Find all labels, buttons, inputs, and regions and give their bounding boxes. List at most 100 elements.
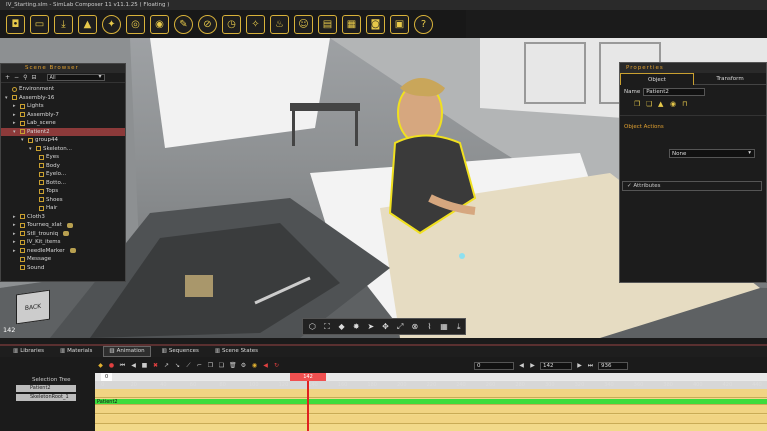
name-field[interactable]: Patient2 — [643, 88, 706, 96]
timeline-track[interactable] — [95, 389, 767, 398]
import-icon[interactable]: ⤓ — [54, 14, 73, 34]
lamp-icon[interactable]: ♨ — [270, 14, 289, 34]
loop-icon[interactable]: ↻ — [273, 362, 280, 370]
trash-icon[interactable]: 🗑 — [229, 362, 237, 370]
marker-icon[interactable]: ◀ — [262, 362, 269, 370]
tree-item[interactable]: ▸ needleMarker — [1, 247, 125, 256]
tab-object[interactable]: Object — [620, 73, 694, 85]
download-icon[interactable]: ⤓ — [452, 321, 465, 333]
tree-item[interactable]: Body — [1, 162, 125, 171]
globe-icon[interactable]: ◎ — [126, 14, 145, 34]
expand-arrow-icon[interactable]: ▸ — [13, 221, 18, 230]
stop-icon[interactable]: ■ — [141, 362, 148, 370]
first-frame-icon[interactable]: ⏮ — [119, 362, 126, 370]
person-icon[interactable]: ☺ — [294, 14, 313, 34]
tree-item[interactable]: ▾ group44 — [1, 136, 125, 145]
tree-item[interactable]: ▾ Skeleton... — [1, 145, 125, 154]
tree-item[interactable]: ▸ IV_Kit_items — [1, 238, 125, 247]
expand-icon[interactable]: ⤢ — [394, 321, 407, 333]
tree-item[interactable]: ▸ Stll_trouniq — [1, 230, 125, 239]
shading-icon[interactable]: ◆ — [335, 321, 348, 333]
visibility-icon[interactable]: ◉ — [670, 100, 678, 108]
tree-item[interactable]: ▸ Cloth3 — [1, 213, 125, 222]
headset-icon[interactable]: ◙ — [366, 14, 385, 34]
remove-icon[interactable]: − — [14, 74, 19, 81]
paste-icon[interactable]: ❏ — [646, 100, 654, 108]
folder-icon[interactable]: ▭ — [30, 14, 49, 34]
filter-icon[interactable]: ⚲ — [23, 74, 27, 81]
timeline-ruler[interactable]: 0 — [95, 373, 767, 381]
wireframe-icon[interactable]: ⊗ — [408, 321, 421, 333]
fit-icon[interactable]: ⛶ — [321, 321, 334, 333]
play-icon[interactable]: ▶ — [529, 362, 536, 370]
end-frame-field[interactable]: 936 — [598, 362, 628, 370]
tree-item[interactable]: ▸ Tourneq_xlat — [1, 221, 125, 230]
filter-select[interactable]: All — [46, 74, 105, 81]
tab-materials[interactable]: ▥ Materials — [55, 346, 97, 357]
animation-timeline[interactable]: 0 0 20 40 60 80 100 120 140 160 180 200 220 240 260 28… — [95, 373, 767, 431]
timeline-track[interactable] — [95, 415, 767, 424]
timeline-icon[interactable]: ◉ — [251, 362, 258, 370]
tree-item[interactable]: Hair — [1, 204, 125, 213]
network-icon[interactable]: ⌇ — [423, 321, 436, 333]
delete-key-icon[interactable]: ✖ — [152, 362, 159, 370]
shapes-icon[interactable]: ▲ — [78, 14, 97, 34]
start-frame-field[interactable]: 0 — [474, 362, 514, 370]
grid-icon[interactable]: ▦ — [438, 321, 451, 333]
view-icon[interactable]: ⬡ — [306, 321, 319, 333]
ease-in-icon[interactable]: ↗ — [163, 362, 170, 370]
diagram-icon[interactable]: ▦ — [342, 14, 361, 34]
step-icon[interactable]: ⌐ — [196, 362, 203, 370]
next-frame-icon[interactable]: ▶ — [576, 362, 583, 370]
selection-tree-item[interactable]: SkeletonRoot_1 — [16, 394, 76, 401]
expand-arrow-icon[interactable]: ▸ — [13, 230, 18, 239]
record-icon[interactable]: ● — [108, 362, 115, 370]
timeline-ticks[interactable]: 0 20 40 60 80 100 120 140 160 180 200 220 240 260 280 3… — [95, 381, 767, 389]
particles-icon[interactable]: ✧ — [246, 14, 265, 34]
tree-item[interactable]: Sound — [1, 264, 125, 273]
selection-tree-item[interactable]: Patient2 — [16, 385, 76, 392]
paste-key-icon[interactable]: ❏ — [218, 362, 225, 370]
playhead[interactable] — [307, 373, 309, 431]
pen-icon[interactable]: ✎ — [174, 14, 193, 34]
ease-out-icon[interactable]: ↘ — [174, 362, 181, 370]
linear-icon[interactable]: ⟋ — [185, 362, 192, 370]
tree-item[interactable]: Eyes — [1, 153, 125, 162]
copy-icon[interactable]: ❐ — [634, 100, 642, 108]
help-icon[interactable]: ? — [414, 14, 433, 34]
last-frame-icon[interactable]: ⏭ — [587, 362, 594, 370]
expand-arrow-icon[interactable]: ▸ — [13, 238, 18, 247]
expand-arrow-icon[interactable]: ▸ — [13, 247, 18, 256]
attributes-section[interactable]: ✓ Attributes — [622, 181, 762, 191]
tree-item[interactable]: ▾ Assembly-16 — [1, 94, 125, 103]
tree-item[interactable]: ▸ Lights — [1, 102, 125, 111]
expand-arrow-icon[interactable]: ▾ — [13, 128, 18, 137]
settings-icon[interactable]: ⚙ — [240, 362, 247, 370]
action-select[interactable]: None — [669, 149, 755, 158]
tab-scene-states[interactable]: ▥ Scene States — [210, 346, 263, 357]
tree-item[interactable]: Eyelo... — [1, 170, 125, 179]
timeline-track[interactable] — [95, 405, 767, 414]
expand-arrow-icon[interactable]: ▾ — [29, 145, 34, 154]
add-icon[interactable]: + — [5, 74, 10, 81]
expand-arrow-icon[interactable]: ▸ — [13, 213, 18, 222]
prev-frame-icon[interactable]: ◀ — [518, 362, 525, 370]
view-cube[interactable]: BACK — [16, 289, 50, 325]
tree-item[interactable]: Shoes — [1, 196, 125, 205]
tree-item[interactable]: Message — [1, 255, 125, 264]
move-icon[interactable]: ✥ — [379, 321, 392, 333]
add-key-icon[interactable]: ◆ — [97, 362, 104, 370]
current-frame-field[interactable]: 142 — [540, 362, 572, 370]
select-icon[interactable]: ➤ — [365, 321, 378, 333]
copy-key-icon[interactable]: ❐ — [207, 362, 214, 370]
vr-headset-icon[interactable]: ◘ — [6, 14, 25, 34]
monitor-icon[interactable]: ▣ — [390, 14, 409, 34]
prev-key-icon[interactable]: ◀ — [130, 362, 137, 370]
tab-transform[interactable]: Transform — [694, 73, 766, 85]
expand-arrow-icon[interactable]: ▸ — [13, 119, 18, 128]
tab-sequences[interactable]: ▥ Sequences — [157, 346, 204, 357]
rocket-icon[interactable]: ✦ — [102, 14, 121, 34]
tree-item[interactable]: ▸ Lab_scene — [1, 119, 125, 128]
flow-icon[interactable]: ▤ — [318, 14, 337, 34]
tree-item-selected[interactable]: ▾ Patient2 — [1, 127, 125, 137]
